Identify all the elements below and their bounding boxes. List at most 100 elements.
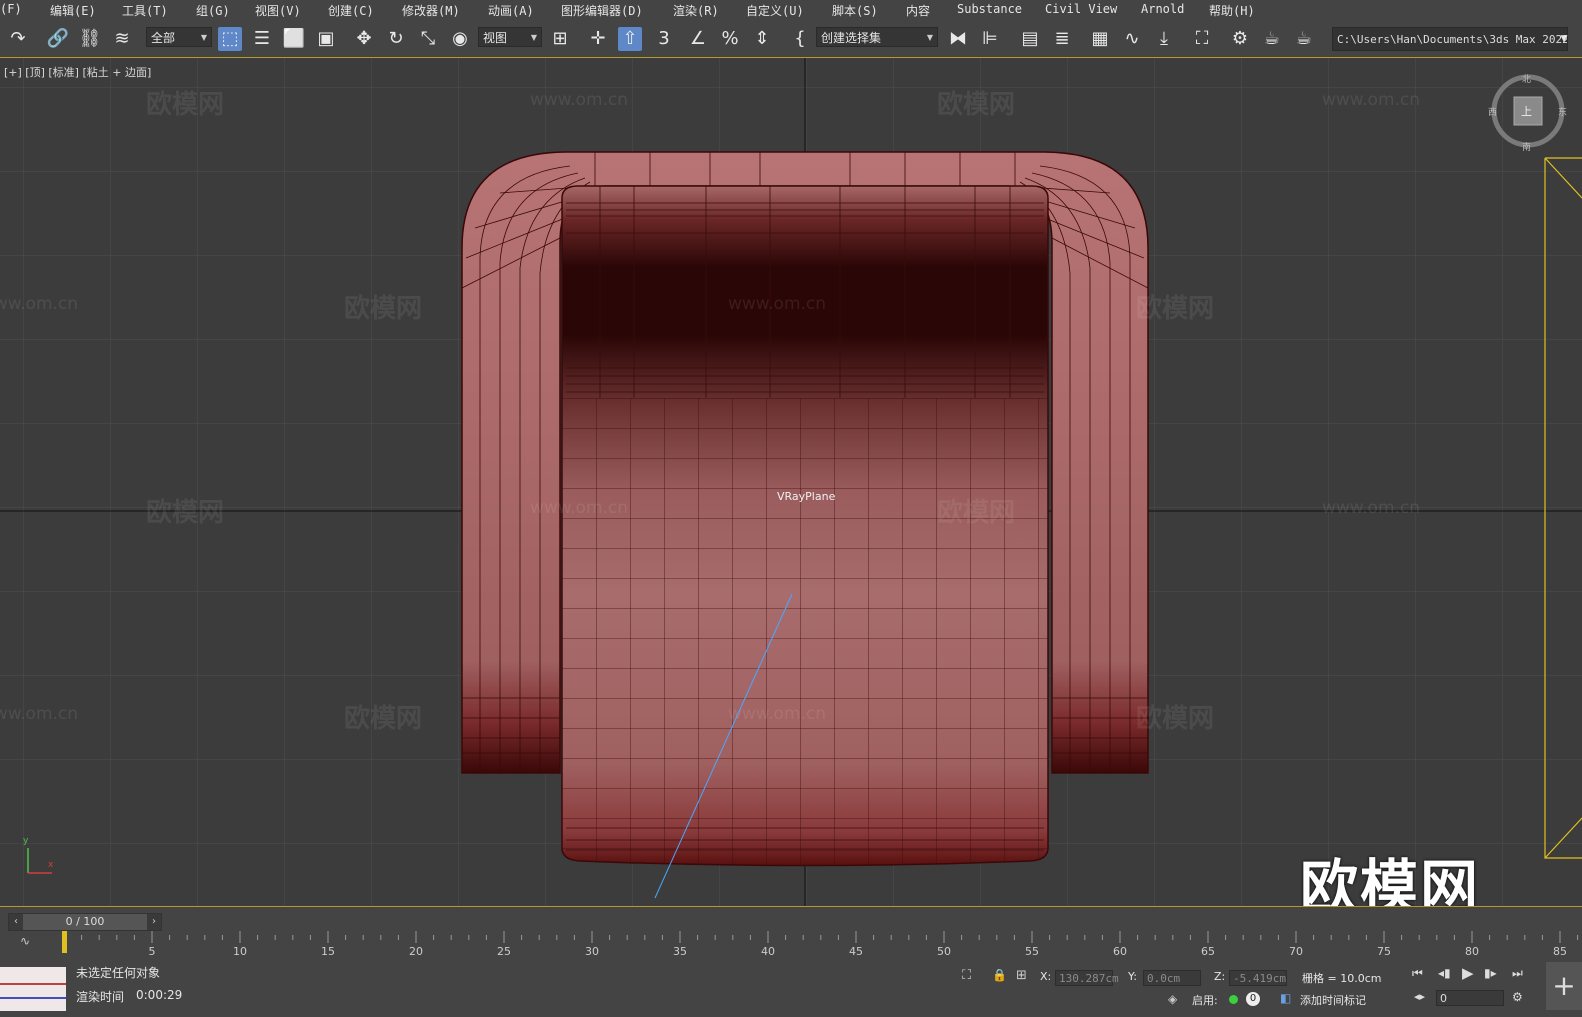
coord-x-field[interactable]: 130.287cm — [1055, 970, 1119, 986]
menu-graph-editors[interactable]: 图形编辑器(D) — [561, 2, 643, 19]
isolate-icon[interactable]: ⛶ — [962, 968, 971, 983]
go-to-end-icon[interactable]: ⏭ — [1512, 966, 1523, 981]
timeline-tick-label: 70 — [1289, 945, 1303, 958]
material-editor-icon[interactable]: ⤓ — [1152, 27, 1176, 51]
link-icon[interactable]: 🔗 — [46, 27, 70, 51]
coord-z-field[interactable]: -5.419cm — [1229, 970, 1287, 986]
pivot-center-icon[interactable]: ⊞ — [548, 27, 572, 51]
timeline-tick-label: 40 — [761, 945, 775, 958]
toggle-ribbon-icon[interactable]: ≣ — [1050, 27, 1074, 51]
menu-scripting[interactable]: 脚本(S) — [832, 2, 878, 19]
adaptive-degradation-icon[interactable]: ◈ — [1168, 992, 1177, 1006]
rect-selection-icon[interactable]: ⬜ — [282, 27, 306, 51]
grid-size: 栅格 = 10.0cm — [1302, 972, 1382, 985]
render-setup-icon[interactable]: ⛶ — [1190, 27, 1214, 51]
menu-tools[interactable]: 工具(T) — [122, 2, 168, 19]
bind-spacewarp-icon[interactable]: ≋ — [110, 27, 134, 51]
menu-help[interactable]: 帮助(H) — [1209, 2, 1255, 19]
select-object-icon[interactable]: ⬚ — [218, 27, 242, 51]
viewcube-west-label[interactable]: 西 — [1488, 105, 1497, 118]
menu-edit[interactable]: 编辑(E) — [50, 2, 96, 19]
timeline-tick-label: 20 — [409, 945, 423, 958]
select-by-name-icon[interactable]: ☰ — [250, 27, 274, 51]
menu-rendering[interactable]: 渲染(R) — [673, 2, 719, 19]
ref-coord-dropdown[interactable]: 视图 ▼ — [478, 27, 542, 47]
next-frame-icon[interactable]: › — [147, 914, 161, 930]
window-crossing-icon[interactable]: ▣ — [314, 27, 338, 51]
menu-modifiers[interactable]: 修改器(M) — [402, 2, 460, 19]
play-icon[interactable]: ▶ — [1462, 964, 1474, 982]
rotate-icon[interactable]: ↻ — [384, 27, 408, 51]
mirror-icon[interactable]: ⧓ — [946, 27, 970, 51]
time-tag-icon[interactable]: ◧ — [1280, 991, 1291, 1005]
go-to-start-icon[interactable]: ⏮ — [1412, 966, 1423, 981]
move-icon[interactable]: ✥ — [352, 27, 376, 51]
curve-editor-mini-icon[interactable]: ∿ — [20, 934, 30, 948]
curve-editor-icon[interactable]: ▦ — [1088, 27, 1112, 51]
snaps-toggle-icon[interactable]: 3 — [652, 27, 676, 51]
add-icon[interactable]: + — [1546, 962, 1582, 1010]
render-teapot-icon[interactable]: ☕ — [1292, 27, 1316, 51]
add-time-tag[interactable]: 添加时间标记 — [1300, 992, 1366, 1008]
coord-y-field[interactable]: 0.0cm — [1143, 970, 1201, 986]
selection-filter-dropdown[interactable]: 全部 ▼ — [146, 27, 212, 47]
menu-animation[interactable]: 动画(A) — [488, 2, 534, 19]
chevron-down-icon[interactable]: ▼ — [1552, 27, 1576, 51]
timeline-tick-label: 25 — [497, 945, 511, 958]
menu-arnold[interactable]: Arnold — [1141, 2, 1184, 16]
menu-create[interactable]: 创建(C) — [328, 2, 374, 19]
watermark-cn: 欧模网 — [146, 498, 225, 528]
menu-group[interactable]: 组(G) — [196, 2, 230, 19]
edit-named-selection-icon[interactable]: { — [788, 27, 812, 51]
viewport-label[interactable]: [+] [顶] [标准] [粘土 + 边面] — [4, 64, 151, 80]
previous-frame-icon[interactable]: ◂▮ — [1438, 966, 1451, 980]
spinner-snap-icon[interactable]: ⇕ — [750, 27, 774, 51]
select-manipulate-icon[interactable]: ✛ — [586, 27, 610, 51]
enable-label: 启用: — [1192, 994, 1218, 1007]
maxscript-mini-listener[interactable] — [0, 967, 66, 1011]
timeline-tick-label: 85 — [1553, 945, 1567, 958]
chevron-down-icon: ▼ — [530, 33, 537, 42]
viewport-top[interactable]: [+] [顶] [标准] [粘土 + 边面] 欧模网 www.om.cn 欧模网… — [0, 58, 1582, 906]
scale-icon[interactable]: ⤡ — [416, 27, 440, 51]
schematic-view-icon[interactable]: ∿ — [1120, 27, 1144, 51]
render-production-icon[interactable]: ☕ — [1260, 27, 1284, 51]
viewcube-north-label[interactable]: 北 — [1522, 72, 1531, 85]
enable-counter[interactable]: 0 — [1246, 992, 1260, 1006]
viewcube-east-label[interactable]: 东 — [1558, 105, 1567, 118]
place-icon[interactable]: ◉ — [448, 27, 472, 51]
redo-icon[interactable]: ↷ — [6, 27, 30, 51]
timeline-ruler[interactable]: 5 10 15 20 25 30 35 40 45 50 55 60 65 70 75 80 85 — [62, 931, 1582, 959]
timeline-playhead[interactable] — [62, 931, 67, 953]
menu-content[interactable]: 内容 — [906, 2, 930, 19]
watermark-cn: 欧模网 — [344, 294, 423, 324]
menu-civil-view[interactable]: Civil View — [1045, 2, 1117, 16]
layer-explorer-icon[interactable]: ▤ — [1018, 27, 1042, 51]
percent-snap-icon[interactable]: % — [718, 27, 742, 51]
timeline-tick-label: 10 — [233, 945, 247, 958]
angle-snap-icon[interactable]: ∠ — [686, 27, 710, 51]
menu-file[interactable]: (F) — [0, 2, 22, 16]
time-config-icon[interactable]: ⚙ — [1512, 990, 1523, 1004]
timeline-tick-label: 30 — [585, 945, 599, 958]
render-frame-icon[interactable]: ⚙ — [1228, 27, 1252, 51]
menu-substance[interactable]: Substance — [957, 2, 1022, 16]
next-frame-icon[interactable]: ▮▸ — [1484, 966, 1497, 980]
current-frame-field[interactable]: 0 — [1436, 990, 1504, 1006]
selection-status: 未选定任何对象 — [76, 966, 161, 980]
viewcube-south-label[interactable]: 南 — [1522, 140, 1531, 153]
menu-customize[interactable]: 自定义(U) — [746, 2, 804, 19]
viewcube-top-face-label[interactable]: 上 — [1521, 103, 1532, 119]
time-slider[interactable]: ‹ 0 / 100 › — [8, 913, 162, 931]
menu-view[interactable]: 视图(V) — [255, 2, 301, 19]
keyboard-shortcut-override-icon[interactable]: ⇧ — [618, 27, 642, 51]
align-icon[interactable]: ⊫ — [978, 27, 1002, 51]
abs-offset-icon[interactable]: ⊞ — [1016, 968, 1027, 983]
key-mode-icon[interactable]: ◂▸ — [1414, 990, 1425, 1003]
unlink-icon[interactable]: ⛓ — [78, 27, 102, 51]
prev-frame-icon[interactable]: ‹ — [9, 914, 23, 930]
render-time-value: 0:00:29 — [136, 988, 183, 1002]
project-path-field[interactable]: C:\Users\Han\Documents\3ds Max 2022 — [1332, 27, 1568, 51]
lock-icon[interactable]: 🔒 — [992, 968, 1007, 982]
named-selection-dropdown[interactable]: 创建选择集 ▼ — [816, 27, 938, 47]
